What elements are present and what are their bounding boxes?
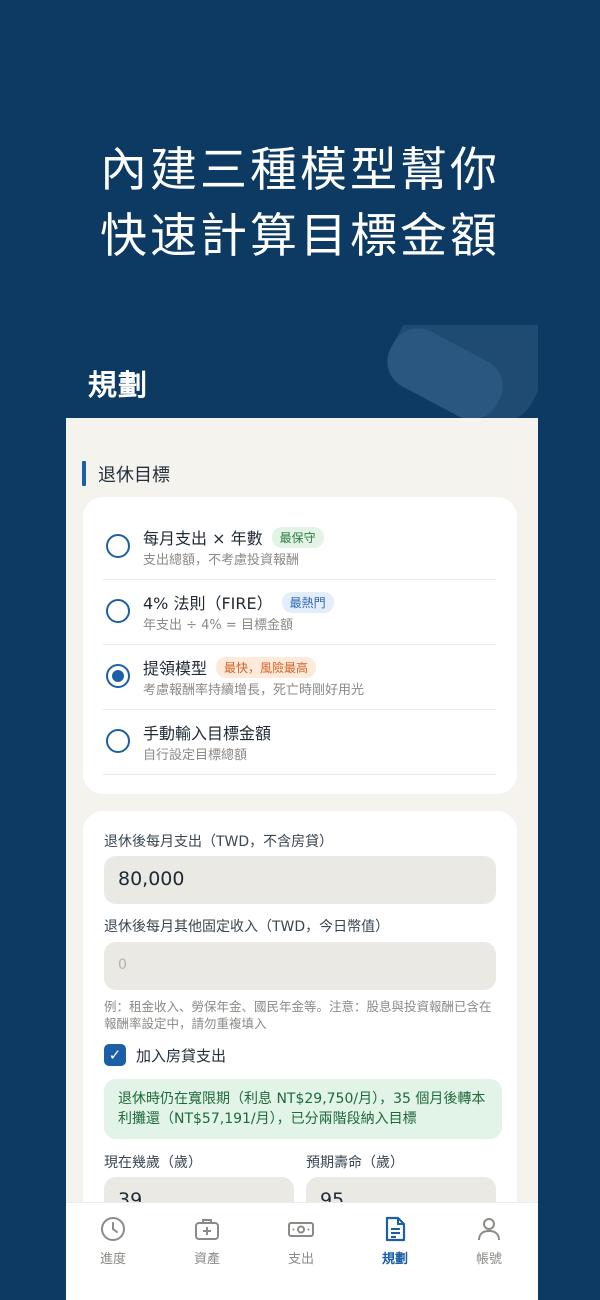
option-description: 自行設定目標總額 [143,748,248,763]
option-withdrawal-model[interactable]: 提領模型 最快，風險最高 考慮報酬率持續增長，死亡時剛好用光 [103,645,496,710]
radio-button-selected[interactable] [106,664,130,688]
option-title: 每月支出 × 年數 [143,529,263,548]
option-title: 提領模型 [143,659,208,678]
radio-button[interactable] [106,534,130,558]
promo-headline: 內建三種模型幫你 快速計算目標金額 [0,138,600,270]
badge-fastest-highest-risk: 最快，風險最高 [216,656,317,678]
tab-planning[interactable]: 規劃 [348,1215,442,1267]
option-expense-times-years[interactable]: 每月支出 × 年數 最保守 支出總額，不考慮投資報酬 [103,515,496,580]
tab-progress[interactable]: 進度 [66,1215,160,1267]
tab-expenses[interactable]: 支出 [254,1215,348,1267]
option-title: 手動輸入目標金額 [143,724,272,743]
other-income-placeholder: 0 [118,957,127,973]
mortgage-info-note: 退休時仍在寬限期（利息 NT$29,750/月），35 個月後轉本利攤還（NT$… [104,1079,502,1139]
option-description: 考慮報酬率持續增長，死亡時剛好用光 [143,683,365,698]
section-title: 退休目標 [82,461,170,486]
briefcase-icon [195,1219,219,1240]
other-income-hint: 例：租金收入、勞保年金、國民年金等。注意：股息與投資報酬已含在報酬率設定中，請勿… [104,999,492,1031]
checkmark-icon[interactable]: ✓ [104,1044,126,1066]
cash-icon [288,1222,314,1237]
app-screen: 退休目標 每月支出 × 年數 最保守 支出總額，不考慮投資報酬 4% 法則（FI… [66,418,538,1300]
option-description: 年支出 ÷ 4% = 目標金額 [143,618,293,633]
radio-button[interactable] [106,729,130,753]
option-title: 4% 法則（FIRE） [143,594,273,613]
monthly-expense-value: 80,000 [118,868,185,890]
tab-assets[interactable]: 資產 [160,1215,254,1267]
clock-icon [101,1217,125,1241]
promo-line-1: 內建三種模型幫你 [100,143,500,198]
badge-most-conservative: 最保守 [271,526,324,548]
document-icon [385,1216,406,1242]
tab-account[interactable]: 帳號 [442,1215,536,1267]
tab-label: 進度 [99,1252,126,1267]
promo-line-2: 快速計算目標金額 [100,209,500,264]
goal-model-card: 每月支出 × 年數 最保守 支出總額，不考慮投資報酬 4% 法則（FIRE） 最… [83,497,517,794]
tab-label: 規劃 [381,1252,408,1267]
option-four-percent-rule[interactable]: 4% 法則（FIRE） 最熱門 年支出 ÷ 4% = 目標金額 [103,580,496,645]
badge-most-popular: 最熱門 [281,591,334,613]
mortgage-checkbox-label: 加入房貸支出 [136,1046,227,1065]
retirement-input-card: 退休後每月支出（TWD，不含房貸） 80,000 退休後每月其他固定收入（TWD… [83,811,517,1231]
mortgage-checkbox[interactable]: ✓ 加入房貸支出 [104,1044,226,1066]
other-income-input[interactable]: 0 [104,942,496,990]
user-icon [478,1218,500,1241]
radio-button[interactable] [106,599,130,623]
monthly-expense-label: 退休後每月支出（TWD，不含房貸） [104,834,334,850]
life-expectancy-label: 預期壽命（歲） [306,1155,404,1171]
option-description: 支出總額，不考慮投資報酬 [143,553,300,568]
other-income-label: 退休後每月其他固定收入（TWD，今日幣值） [104,919,390,935]
bottom-tab-bar: 進度 資產 支出 規劃 帳號 [66,1202,538,1300]
monthly-expense-input[interactable]: 80,000 [104,856,496,904]
current-age-label: 現在幾歲（歲） [104,1155,202,1171]
section-accent-bar [82,461,86,486]
tab-label: 帳號 [475,1252,502,1267]
option-manual-target[interactable]: 手動輸入目標金額 自行設定目標總額 [103,710,496,775]
tab-label: 資產 [193,1252,220,1267]
tab-label: 支出 [287,1252,314,1267]
page-title: 規劃 [88,368,149,402]
decorative-shape [380,325,538,420]
section-title-text: 退休目標 [98,464,170,486]
